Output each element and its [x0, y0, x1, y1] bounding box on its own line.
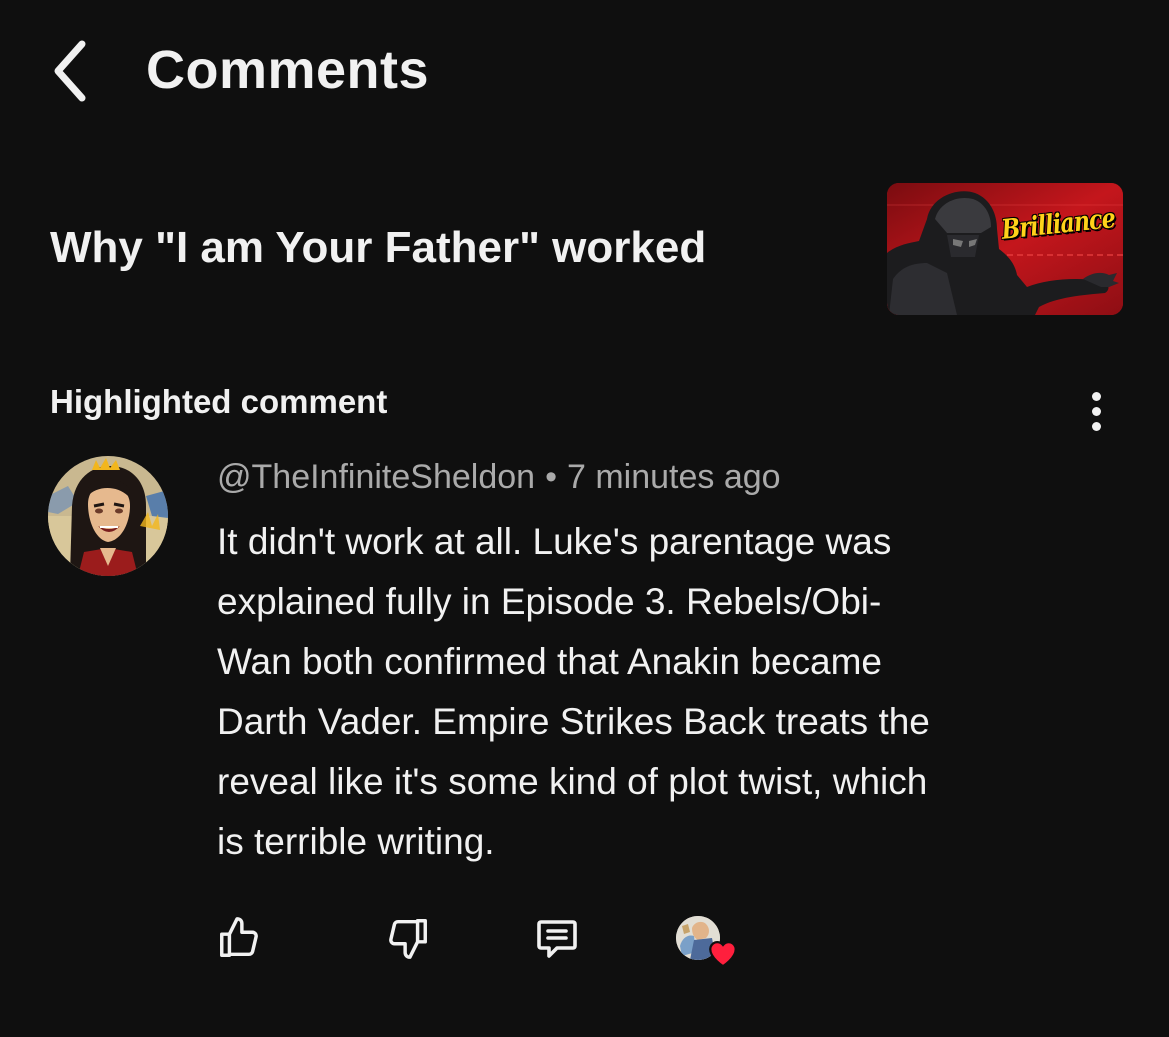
heart-icon [709, 940, 737, 968]
reply-button[interactable] [529, 910, 585, 966]
comment-text-line: explained fully in Episode 3. Rebels/Obi… [217, 581, 882, 622]
video-thumbnail[interactable]: Brilliance [887, 183, 1123, 315]
thumbs-down-icon [389, 919, 427, 959]
comment-text-line: is terrible writing. [217, 821, 495, 862]
vertical-dots-icon [1091, 391, 1101, 401]
comment-text-line: It didn't work at all. Luke's parentage … [217, 521, 892, 562]
vertical-dots-icon [1091, 406, 1101, 416]
reply-comment-icon [537, 920, 577, 958]
dislike-button[interactable] [380, 910, 436, 966]
video-title[interactable]: Why "I am Your Father" worked [50, 220, 706, 276]
comment-actions [0, 900, 1169, 980]
chevron-left-icon [54, 40, 86, 102]
like-button[interactable] [211, 910, 267, 966]
avatar[interactable] [48, 456, 168, 576]
highlighted-comment-label: Highlighted comment [50, 383, 388, 420]
creator-heart-badge [676, 912, 742, 972]
thumbs-up-icon [220, 917, 258, 957]
vertical-dots-icon [1091, 421, 1101, 431]
comment-timestamp: 7 minutes ago [566, 458, 781, 496]
thumbnail-image [887, 183, 1123, 315]
header: Comments [0, 0, 1169, 140]
comment-author[interactable]: @TheInfiniteSheldon [217, 458, 535, 496]
page-title: Comments [146, 40, 430, 100]
comment-text-line: Wan both confirmed that Anakin became [217, 641, 883, 682]
meta-separator: • [545, 458, 557, 496]
avatar-image [48, 456, 168, 576]
back-button[interactable] [40, 36, 100, 106]
comment-text-line: reveal like it's some kind of plot twist… [217, 761, 928, 802]
comment-text-line: Darth Vader. Empire Strikes Back treats … [217, 701, 930, 742]
more-options-button[interactable] [1074, 388, 1118, 434]
comment-body: It didn't work at all. Luke's parentage … [217, 512, 1097, 872]
comment-meta: @TheInfiniteSheldon • 7 minutes ago [217, 455, 781, 499]
